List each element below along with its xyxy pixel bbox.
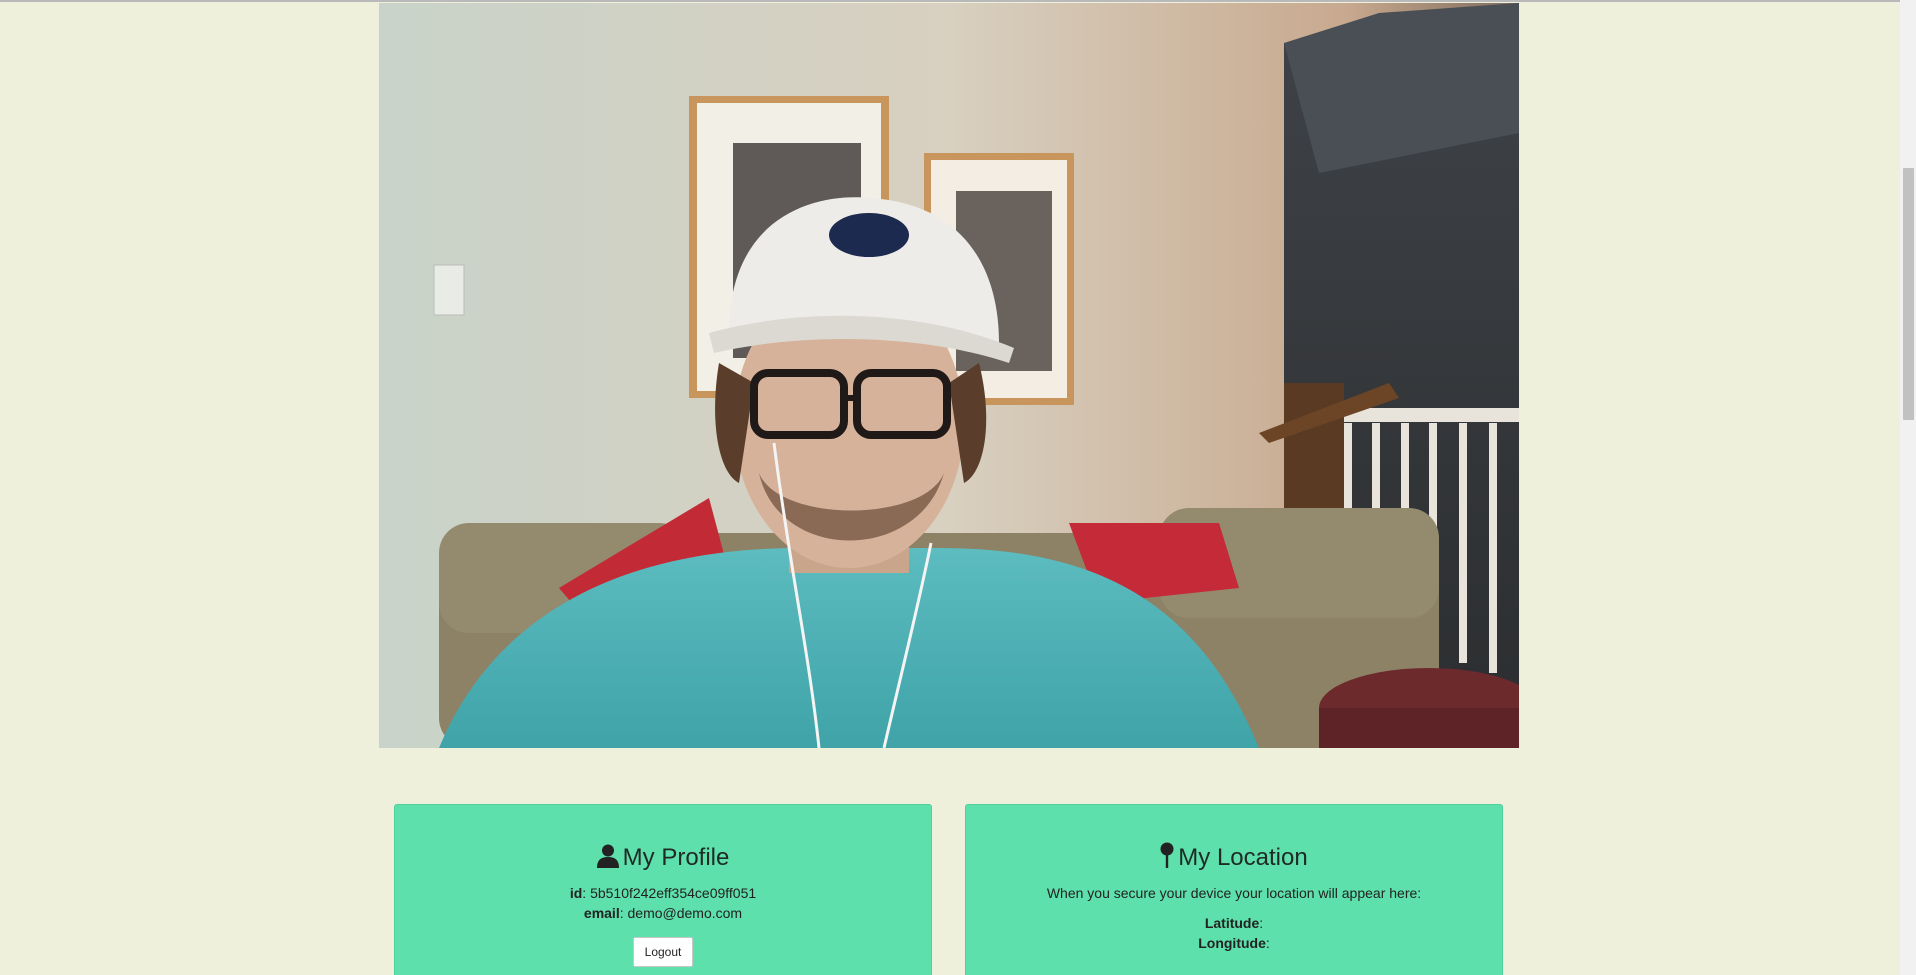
profile-id-value: 5b510f242eff354ce09ff051 [590,885,757,901]
scrollbar-thumb[interactable] [1903,168,1914,420]
logout-button[interactable]: Logout [632,937,694,967]
profile-panel: My Profile id: 5b510f242eff354ce09ff051 … [394,804,932,975]
profile-email-row: email: demo@demo.com [583,905,743,921]
longitude-row: Longitude: [1198,935,1270,951]
top-border [0,0,1916,2]
webcam-feed [379,3,1519,748]
profile-email-label: email [583,905,620,921]
profile-email-value: demo@demo.com [627,905,743,921]
location-description: When you secure your device your locatio… [1046,885,1422,901]
profile-id-row: id: 5b510f242eff354ce09ff051 [569,885,757,901]
latitude-label: Latitude [1204,915,1260,931]
map-pin-icon [1160,842,1174,878]
profile-title: My Profile [395,805,931,875]
location-title: My Location [966,805,1502,875]
page-scrollbar[interactable] [1900,0,1916,975]
location-title-text: My Location [1178,844,1308,871]
webcam-image [379,3,1519,748]
latitude-row: Latitude: [1204,915,1264,931]
location-panel: My Location When you secure your device … [965,804,1503,975]
longitude-label: Longitude [1198,935,1266,951]
profile-title-text: My Profile [622,844,730,871]
profile-id-label: id [569,885,583,901]
user-icon [596,844,619,878]
